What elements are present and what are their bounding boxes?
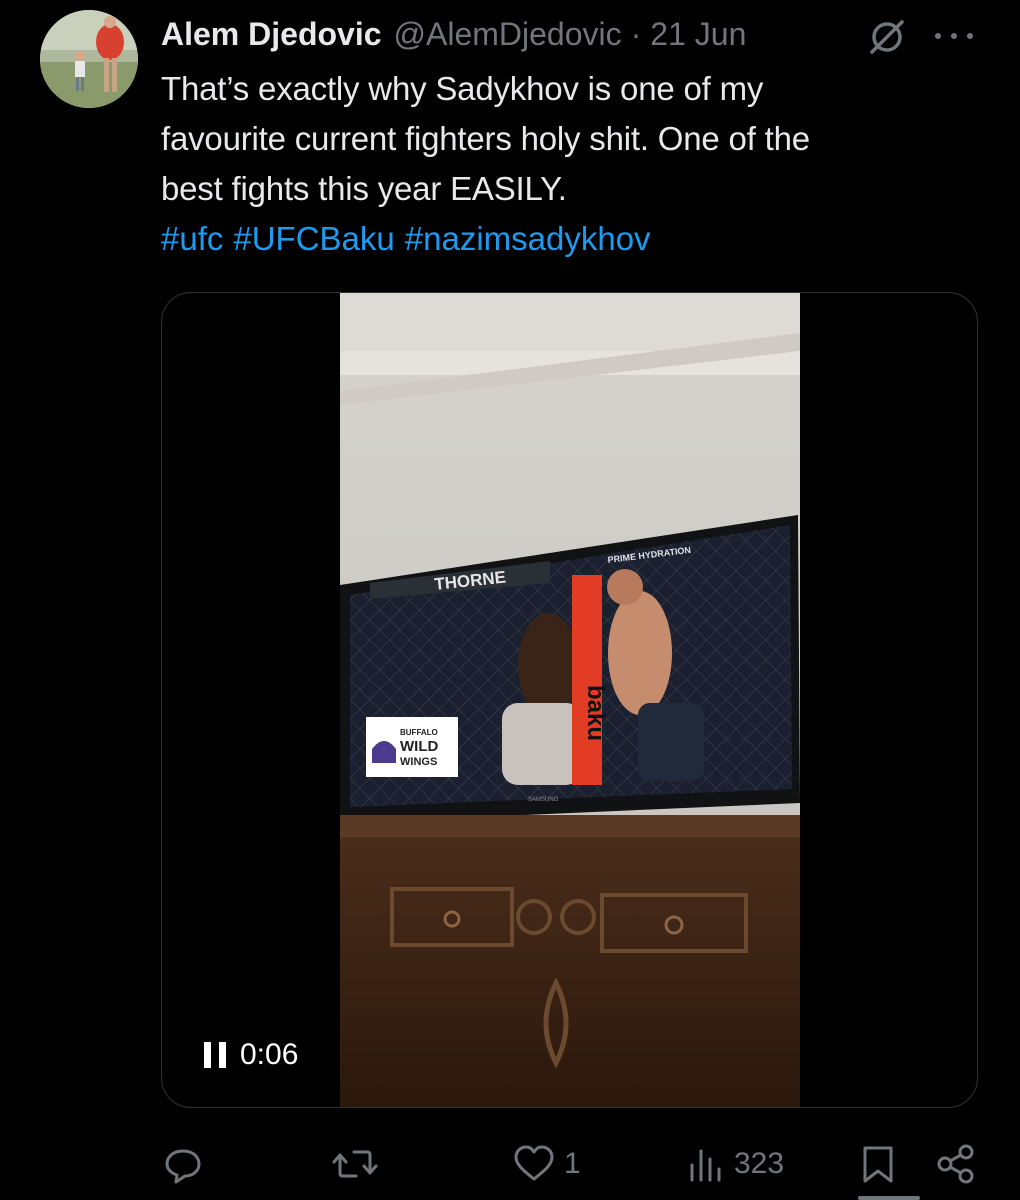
more-dot (951, 33, 957, 39)
sponsor-logo-line: BUFFALO (400, 728, 438, 737)
more-icon[interactable] (929, 18, 979, 54)
tweet-line: That’s exactly why Sadykhov is one of my (161, 70, 764, 107)
hashtag-link[interactable]: #nazimsadykhov (405, 220, 651, 257)
repost-button[interactable] (332, 1138, 386, 1190)
action-bar: 1 323 (0, 1138, 1020, 1190)
avatar[interactable] (40, 10, 138, 108)
tv-brand: SAMSUNG (528, 797, 559, 803)
author-row: Alem Djedovic @AlemDjedovic · 21 Jun (161, 12, 746, 56)
author-display-name[interactable]: Alem Djedovic (161, 12, 382, 56)
bookmark-button[interactable] (860, 1138, 896, 1190)
repost-icon (332, 1150, 378, 1178)
reply-button[interactable] (162, 1138, 212, 1190)
hashtag-row: #ufc #UFCBaku #nazimsadykhov (161, 214, 661, 264)
banner-text: baku (582, 685, 609, 741)
grok-icon[interactable] (866, 16, 908, 58)
bottom-indicator (858, 1196, 920, 1200)
tweet-text: That’s exactly why Sadykhov is one of my… (161, 64, 961, 214)
tweet-line: favourite current fighters holy shit. On… (161, 120, 810, 157)
like-count: 1 (564, 1147, 581, 1180)
hashtag-link[interactable]: #ufc (161, 220, 223, 257)
video-frame: THORNE PRIME HYDRATION baku BUFFALO WILD… (340, 293, 800, 1107)
video-controls: 0:06 (204, 1035, 298, 1075)
tweet-line: best fights this year EASILY. (161, 170, 567, 207)
pause-icon[interactable] (204, 1042, 226, 1068)
bookmark-icon (863, 1146, 893, 1183)
share-icon (937, 1144, 974, 1184)
like-button[interactable]: 1 (512, 1138, 581, 1190)
more-dot (935, 33, 941, 39)
meta-separator: · (630, 16, 642, 52)
views-count: 323 (734, 1147, 785, 1180)
more-dot (967, 33, 973, 39)
views-icon (690, 1149, 721, 1182)
sponsor-logo-line: WILD (400, 738, 438, 755)
video-player[interactable]: THORNE PRIME HYDRATION baku BUFFALO WILD… (161, 292, 978, 1108)
post-date[interactable]: 21 Jun (650, 12, 746, 56)
heart-icon (514, 1145, 554, 1181)
reply-icon (165, 1149, 201, 1184)
share-button[interactable] (936, 1138, 976, 1190)
avatar-image (40, 10, 138, 108)
video-time: 0:06 (240, 1038, 299, 1071)
author-handle[interactable]: @AlemDjedovic (394, 12, 622, 56)
hashtag-link[interactable]: #UFCBaku (233, 220, 394, 257)
views-button[interactable]: 323 (688, 1138, 784, 1190)
sponsor-logo-line: WINGS (400, 756, 437, 768)
